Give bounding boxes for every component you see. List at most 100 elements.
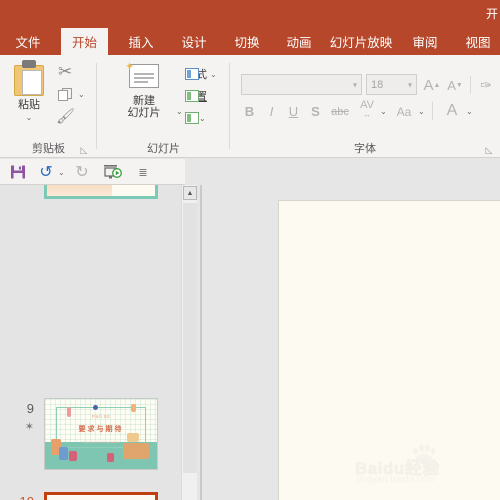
paste-label: 粘贴 — [18, 99, 40, 111]
undo-caret-icon[interactable]: ⌄ — [58, 168, 65, 177]
new-slide-star-icon: ✦ — [125, 61, 135, 73]
font-name-input[interactable]: ▾ — [241, 74, 362, 95]
kid-figure-icon — [107, 453, 114, 462]
slide-thumbnail-panel[interactable]: 9 ✶ Part 02 要求与期待 Requirements and expec… — [0, 185, 181, 500]
underline-label: U — [288, 104, 299, 119]
ribbon-tab-strip: 文件 开始 插入 设计 切换 动画 幻灯片放映 审阅 视图 — [0, 28, 500, 55]
change-case-caret-icon[interactable]: ⌄ — [418, 107, 425, 116]
section-icon — [185, 112, 199, 124]
slide-thumbnail-10[interactable] — [44, 492, 158, 500]
tab-file[interactable]: 文件 — [8, 28, 48, 55]
paste-caret-icon[interactable]: ⌄ — [26, 113, 33, 122]
dot-icon — [93, 405, 98, 410]
font-dialog-launcher[interactable]: ◺ — [484, 145, 494, 155]
save-icon[interactable] — [8, 163, 28, 181]
pencil-icon — [67, 407, 71, 417]
slide9-part-label: Part 02 — [91, 414, 110, 420]
slides-group-label: 幻灯片 — [147, 143, 180, 155]
italic-button[interactable]: I — [263, 102, 280, 121]
slide-panel-scrollbar[interactable]: ▲ — [181, 185, 197, 500]
layout-caret-icon[interactable]: ⌄ — [210, 70, 217, 79]
window-title: 开 — [486, 7, 499, 21]
clear-formatting-icon: ✑ — [480, 76, 492, 93]
kid-figure-icon — [59, 447, 68, 460]
font-name-dropdown-icon[interactable]: ▾ — [353, 80, 357, 89]
slide-number-selected: 10 — [6, 494, 34, 500]
tab-transitions[interactable]: 切换 — [227, 28, 267, 55]
font-color-caret-icon[interactable]: ⌄ — [466, 107, 473, 116]
slide-number: 9 — [26, 401, 34, 416]
strikethrough-button[interactable]: abc — [329, 103, 351, 120]
text-shadow-label: S — [311, 104, 320, 119]
layout-button[interactable]: 版式 ⌄ — [185, 66, 217, 82]
font-size-input[interactable]: 18 ▾ — [366, 74, 417, 95]
character-spacing-label: AV — [360, 99, 374, 111]
increase-font-size-button[interactable]: A ▲ — [422, 75, 442, 95]
customize-qat-icon[interactable]: ≣ — [134, 163, 152, 181]
ribbon-group-clipboard: 粘贴 ⌄ ✂ ⌄ 🖌 剪贴板 ◺ — [0, 55, 97, 158]
new-slide-button[interactable]: 新建 幻灯片 — [109, 95, 179, 119]
clear-formatting-button[interactable]: ✑ — [476, 75, 496, 95]
underline-button[interactable]: U — [285, 102, 302, 121]
scissors-icon[interactable]: ✂ — [58, 62, 72, 82]
slide-canvas[interactable] — [278, 200, 500, 500]
title-bar: 开 — [0, 0, 500, 28]
ribbon-group-font: ▾ 18 ▾ A ▲ A ▼ ✑ B I U S abc AV ↔ ⌄ Aa ⌄… — [230, 55, 500, 158]
scrollbar-thumb[interactable] — [183, 203, 197, 473]
paste-button[interactable]: 粘贴 ⌄ — [5, 99, 53, 124]
tab-view[interactable]: 视图 — [458, 28, 498, 55]
ribbon-group-slides: ✦ 新建 幻灯片 ⌄ 版式 ⌄ 重置 节 ⌄ 幻灯片 — [97, 55, 230, 158]
layout-icon — [185, 68, 199, 80]
desk-icon — [123, 443, 149, 459]
redo-icon[interactable]: ↻ — [72, 163, 92, 181]
powerpoint-window: 开 文件 开始 插入 设计 切换 动画 幻灯片放映 审阅 视图 粘贴 ⌄ ✂ ⌄… — [0, 0, 500, 500]
tab-slideshow[interactable]: 幻灯片放映 — [325, 28, 397, 55]
character-spacing-button[interactable]: AV ↔ — [355, 99, 379, 121]
text-shadow-button[interactable]: S — [307, 102, 324, 121]
bold-label: B — [244, 104, 255, 119]
animation-star-icon: ✶ — [24, 421, 34, 433]
font-size-value: 18 — [371, 78, 384, 91]
character-spacing-caret-icon[interactable]: ⌄ — [380, 107, 387, 116]
change-case-button[interactable]: Aa — [393, 102, 415, 121]
clipboard-dialog-launcher[interactable]: ◺ — [79, 145, 89, 155]
tab-insert[interactable]: 插入 — [121, 28, 161, 55]
section-caret-icon[interactable]: ⌄ — [199, 114, 206, 123]
books-icon — [127, 433, 139, 442]
clipboard-icon — [12, 60, 46, 96]
italic-label: I — [269, 104, 274, 119]
scroll-up-button[interactable]: ▲ — [183, 186, 197, 200]
ribbon: 粘贴 ⌄ ✂ ⌄ 🖌 剪贴板 ◺ ✦ 新建 幻灯片 ⌄ ⌄ ⌄ 幻灯片 ▾ 18… — [0, 55, 500, 158]
tab-home[interactable]: 开始 — [61, 28, 108, 55]
slide-thumbnail-9[interactable]: Part 02 要求与期待 Requirements and expectati… — [44, 398, 158, 470]
change-case-label: Aa — [396, 104, 412, 119]
editing-workspace — [202, 185, 500, 500]
character-spacing-arrow-icon: ↔ — [363, 110, 371, 119]
undo-icon[interactable]: ↺ — [36, 163, 56, 181]
font-group-label: 字体 — [354, 143, 376, 155]
decrease-font-size-button[interactable]: A ▼ — [445, 75, 465, 95]
tab-design[interactable]: 设计 — [174, 28, 214, 55]
reset-button[interactable]: 重置 — [185, 88, 207, 104]
tab-animations[interactable]: 动画 — [279, 28, 319, 55]
new-slide-label-line1: 新建 — [133, 95, 155, 107]
tab-review[interactable]: 审阅 — [405, 28, 445, 55]
start-slideshow-icon[interactable] — [102, 163, 124, 181]
quick-access-toolbar: ↺ ⌄ ↻ ≣ — [0, 159, 185, 185]
font-size-dropdown-icon[interactable]: ▾ — [408, 80, 412, 89]
new-slide-caret-icon[interactable]: ⌄ — [176, 107, 183, 116]
reset-icon — [185, 90, 199, 102]
copy-caret-icon[interactable]: ⌄ — [78, 90, 85, 99]
format-painter-icon[interactable]: 🖌 — [56, 107, 75, 125]
section-button[interactable]: 节 ⌄ — [185, 110, 206, 126]
slide9-title: 要求与期待 — [78, 426, 124, 434]
copy-icon[interactable] — [58, 88, 73, 102]
bold-button[interactable]: B — [241, 102, 258, 121]
flask-icon — [131, 404, 136, 412]
kid-figure-icon — [69, 451, 77, 461]
decrease-font-size-label: A — [447, 77, 456, 93]
list-item[interactable] — [44, 185, 158, 199]
font-color-label: A — [446, 101, 458, 119]
font-color-button[interactable]: A — [442, 100, 462, 121]
increase-font-size-label: A — [423, 76, 434, 94]
